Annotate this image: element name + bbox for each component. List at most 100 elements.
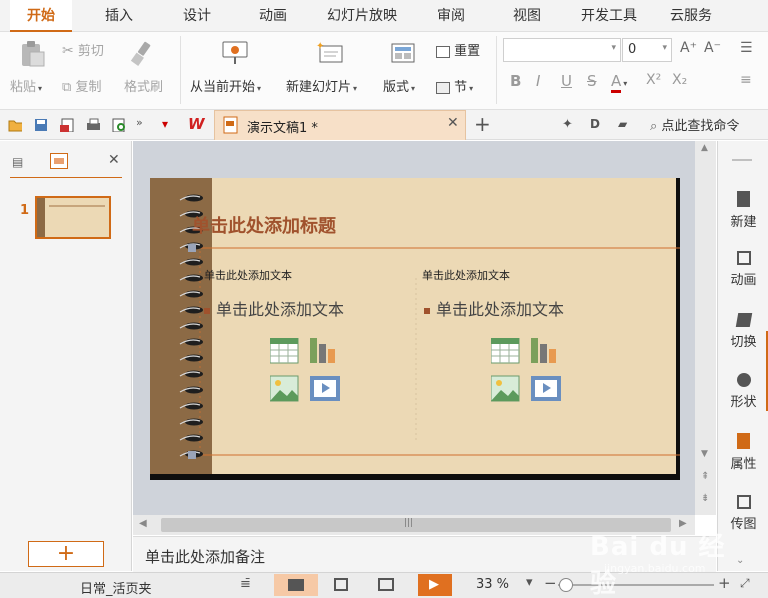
expand-pane-icon[interactable]: ⌄ <box>736 555 744 566</box>
slide-thumbnail[interactable] <box>35 196 111 239</box>
section-icon <box>436 81 450 94</box>
share-icon[interactable]: D <box>590 117 600 131</box>
insert-picture-icon[interactable] <box>491 375 520 402</box>
find-command-box[interactable]: ⌕ 点此查找命令 <box>650 115 739 134</box>
horizontal-scroll-thumb[interactable]: ||| <box>161 518 671 532</box>
normal-view-button[interactable] <box>274 574 318 596</box>
insert-chart-icon[interactable] <box>531 338 556 363</box>
zoom-out-button[interactable]: − <box>544 574 557 592</box>
open-folder-icon[interactable] <box>8 118 22 132</box>
print-icon[interactable] <box>86 118 100 132</box>
customize-toolbar-icon[interactable]: ▾ <box>162 117 168 131</box>
task-properties-button[interactable]: 属性 <box>718 433 768 472</box>
scroll-right-icon[interactable]: ▶ <box>679 518 687 529</box>
tab-design[interactable]: 设计 <box>172 0 222 32</box>
tab-insert[interactable]: 插入 <box>94 0 144 32</box>
add-slide-button[interactable]: + <box>28 541 104 567</box>
document-tab-title: 演示文稿1 * <box>247 121 318 136</box>
left-caption-placeholder[interactable]: 单击此处添加文本 <box>204 267 292 283</box>
print-preview-icon[interactable] <box>112 118 126 132</box>
bold-button[interactable]: B <box>510 72 521 90</box>
task-animation-button[interactable]: 动画 <box>718 251 768 288</box>
tab-home[interactable]: 开始 <box>10 0 72 32</box>
slide-title-placeholder[interactable]: 单击此处添加标题 <box>192 212 336 238</box>
task-new-button[interactable]: 新建 <box>718 191 768 230</box>
italic-button[interactable]: I <box>536 72 540 90</box>
zoom-slider-track[interactable] <box>558 584 714 586</box>
slide-view-icon[interactable] <box>50 153 68 169</box>
tab-cloud[interactable]: 云服务 <box>662 0 720 32</box>
tab-review[interactable]: 审阅 <box>426 0 476 32</box>
align-icon[interactable]: ≡ <box>740 72 752 88</box>
reset-button[interactable]: 重置 <box>436 40 480 59</box>
close-panel-icon[interactable]: ✕ <box>108 152 120 168</box>
right-bullet-placeholder[interactable]: 单击此处添加文本 <box>424 296 564 320</box>
font-color-button[interactable]: A ▾ <box>611 72 627 93</box>
underline-button[interactable]: U <box>561 72 572 90</box>
horizontal-scrollbar[interactable]: ◀ ||| ▶ <box>133 515 695 535</box>
close-tab-icon[interactable]: ✕ <box>447 115 459 131</box>
selection-handle[interactable] <box>188 244 196 252</box>
copy-button[interactable]: ⧉ 复制 <box>62 76 101 95</box>
save-icon[interactable] <box>34 118 48 132</box>
zoom-menu-icon[interactable]: ▾ <box>526 575 533 590</box>
shrink-font-button[interactable]: A⁻ <box>704 40 721 56</box>
wps-logo-icon[interactable]: W <box>188 115 205 133</box>
section-button[interactable]: 节 ▾ <box>436 76 473 95</box>
layout-icon <box>391 43 415 63</box>
scroll-down-icon[interactable]: ▼ <box>701 449 708 459</box>
paste-button[interactable]: 粘贴 ▾ <box>10 76 42 95</box>
notes-toggle-icon[interactable]: ≡̄ <box>240 577 251 592</box>
tab-animation[interactable]: 动画 <box>248 0 298 32</box>
document-tab[interactable]: 演示文稿1 * ✕ <box>214 110 466 140</box>
format-painter-button[interactable]: 格式刷 <box>124 76 163 95</box>
right-caption-placeholder[interactable]: 单击此处添加文本 <box>422 267 510 283</box>
subscript-button[interactable]: X₂ <box>672 72 687 88</box>
insert-picture-icon[interactable] <box>270 375 299 402</box>
slide[interactable]: 单击此处添加标题 单击此处添加文本 单击此处添加文本 单击此处添加文本 单击此处… <box>150 178 680 480</box>
prev-slide-icon[interactable]: ⇞ <box>701 471 709 482</box>
task-transition-button[interactable]: 切换 <box>718 313 768 350</box>
tab-view[interactable]: 视图 <box>502 0 552 32</box>
slide-thumbnail-panel: ▤ ✕ 1 + <box>0 141 132 571</box>
insert-table-icon[interactable] <box>270 338 299 364</box>
font-name-combo[interactable]: ▾ <box>503 38 621 62</box>
left-bullet-placeholder[interactable]: 单击此处添加文本 <box>204 296 344 320</box>
zoom-slider-thumb[interactable] <box>559 578 573 592</box>
new-slide-button[interactable]: 新建幻灯片 ▾ <box>286 76 357 95</box>
grow-font-button[interactable]: A⁺ <box>680 40 697 56</box>
export-pdf-icon[interactable] <box>60 118 74 132</box>
vertical-scrollbar[interactable]: ▲ ▼ ⇞ ⇟ <box>695 141 716 515</box>
new-tab-button[interactable]: + <box>474 112 491 136</box>
selection-handle[interactable] <box>188 451 196 459</box>
outline-view-icon[interactable]: ▤ <box>12 155 23 169</box>
next-slide-icon[interactable]: ⇟ <box>701 493 709 504</box>
font-size-combo[interactable]: 0 ▾ <box>622 38 672 62</box>
more-toolbar-icon[interactable]: » <box>136 116 143 129</box>
bullet-list-icon[interactable]: ☰ <box>740 40 753 56</box>
zoom-in-button[interactable]: + <box>718 574 731 592</box>
insert-table-icon[interactable] <box>491 338 520 364</box>
layout-button[interactable]: 版式 ▾ <box>383 76 415 95</box>
scroll-left-icon[interactable]: ◀ <box>139 518 147 529</box>
slide-sorter-icon[interactable] <box>334 578 348 591</box>
cut-button[interactable]: ✂ 剪切 <box>62 40 104 59</box>
notes-pane[interactable]: 单击此处添加备注 <box>133 536 716 572</box>
task-upload-image-button[interactable]: 传图 <box>718 495 768 532</box>
play-slideshow-button[interactable]: ▶ <box>418 574 452 596</box>
comment-icon[interactable]: ▰ <box>618 117 627 131</box>
insert-video-icon[interactable] <box>310 376 340 401</box>
skin-icon[interactable]: ✦ <box>562 117 573 132</box>
tab-slideshow[interactable]: 幻灯片放映 <box>318 0 406 32</box>
fit-window-icon[interactable]: ⤢ <box>740 576 750 591</box>
task-shape-button[interactable]: 形状 <box>718 373 768 410</box>
strikethrough-button[interactable]: S <box>587 72 597 90</box>
tab-developer[interactable]: 开发工具 <box>572 0 646 32</box>
notes-placeholder[interactable]: 单击此处添加备注 <box>145 546 265 567</box>
insert-chart-icon[interactable] <box>310 338 335 363</box>
from-current-button[interactable]: 从当前开始 ▾ <box>190 76 261 95</box>
superscript-button[interactable]: X² <box>646 72 661 88</box>
insert-video-icon[interactable] <box>531 376 561 401</box>
reading-view-icon[interactable] <box>378 578 394 591</box>
zoom-level[interactable]: 33 % <box>476 577 509 592</box>
